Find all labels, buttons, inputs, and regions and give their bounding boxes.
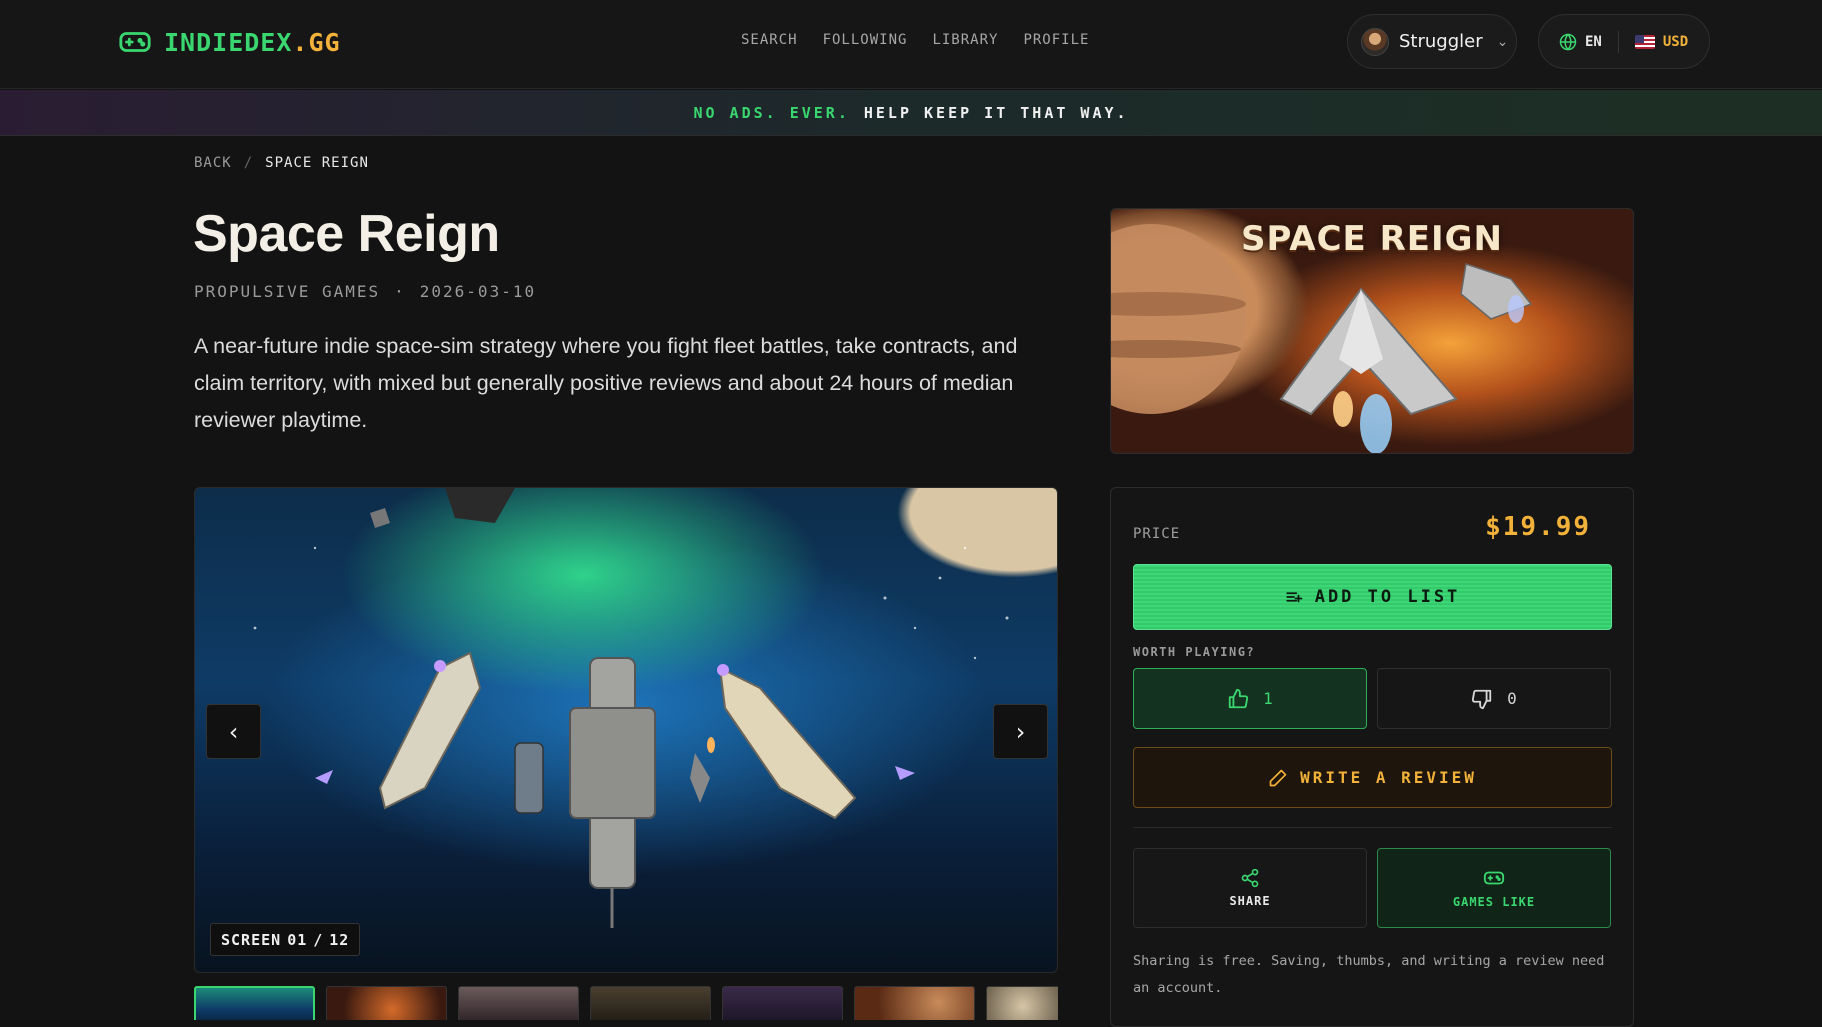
top-nav-bar: INDIEDEX.GG SEARCH FOLLOWING LIBRARY PRO… xyxy=(0,0,1822,89)
thumbs-up-count: 1 xyxy=(1263,689,1273,708)
thumbnail-5[interactable] xyxy=(722,986,843,1020)
breadcrumb-current: SPACE REIGN xyxy=(265,155,369,171)
thumbs-down-button[interactable]: 0 xyxy=(1377,668,1611,729)
chevron-right-icon: › xyxy=(1015,717,1026,746)
brand-name: INDIEDEX.GG xyxy=(164,27,341,57)
thumbnail-4[interactable] xyxy=(590,986,711,1020)
screenshot-total: 12 xyxy=(329,930,350,949)
previous-screenshot-button[interactable]: ‹ xyxy=(206,704,261,759)
add-to-list-button[interactable]: ADD TO LIST xyxy=(1133,564,1612,630)
thumbs-up-button[interactable]: 1 xyxy=(1133,668,1367,729)
thumbnail-7[interactable] xyxy=(986,986,1058,1020)
write-review-button[interactable]: WRITE A REVIEW xyxy=(1133,747,1612,808)
chevron-down-icon: ⌄ xyxy=(1496,33,1509,50)
screenshot-thumbnails xyxy=(194,986,1058,1020)
list-add-icon xyxy=(1286,592,1303,603)
gamepad-icon xyxy=(1483,871,1505,885)
thumbs-up-icon xyxy=(1229,688,1249,708)
share-label: SHARE xyxy=(1229,894,1271,908)
no-ads-banner: NO ADS. EVER. HELP KEEP IT THAT WAY. xyxy=(0,90,1822,136)
worth-playing-label: WORTH PLAYING? xyxy=(1133,645,1256,659)
banner-text: HELP KEEP IT THAT WAY. xyxy=(863,103,1129,122)
globe-icon xyxy=(1559,32,1577,51)
screenshot-current-index: 01 xyxy=(287,930,308,949)
thumbnail-6[interactable] xyxy=(854,986,975,1020)
page-title: Space Reign xyxy=(193,205,500,263)
gamepad-icon xyxy=(119,32,151,52)
user-name: Struggler xyxy=(1399,31,1483,52)
currency-code: USD xyxy=(1662,33,1689,50)
account-note: Sharing is free. Saving, thumbs, and wri… xyxy=(1133,953,1605,996)
games-like-button[interactable]: GAMES LIKE xyxy=(1377,848,1611,928)
screenshot-counter: SCREEN 01 / 12 xyxy=(210,923,361,956)
purchase-panel: PRICE $19.99 ADD TO LIST WORTH PLAYING? … xyxy=(1110,487,1634,1027)
thumbnail-3[interactable] xyxy=(458,986,579,1020)
divider xyxy=(1617,30,1619,53)
nav-library[interactable]: LIBRARY xyxy=(932,32,998,48)
user-menu-button[interactable]: Struggler ⌄ xyxy=(1347,14,1517,69)
add-to-list-label: ADD TO LIST xyxy=(1314,587,1461,607)
screenshot-image xyxy=(253,488,1009,928)
breadcrumb-back-link[interactable]: BACK xyxy=(194,155,232,171)
brand-logo[interactable]: INDIEDEX.GG xyxy=(118,24,341,60)
next-screenshot-button[interactable]: › xyxy=(993,704,1048,759)
nav-following[interactable]: FOLLOWING xyxy=(823,32,908,48)
share-icon xyxy=(1241,868,1259,888)
pencil-icon xyxy=(1269,769,1287,786)
developer-name[interactable]: PROPULSIVE GAMES xyxy=(194,282,380,301)
thumbnail-1[interactable] xyxy=(194,986,315,1020)
cover-art-image: SPACE REIGN xyxy=(1110,208,1634,454)
write-review-label: WRITE A REVIEW xyxy=(1300,768,1477,787)
share-button[interactable]: SHARE xyxy=(1133,848,1367,928)
thumbs-down-icon xyxy=(1472,689,1492,709)
locale-currency-selector[interactable]: EN USD xyxy=(1538,14,1710,69)
panel-divider xyxy=(1133,827,1612,828)
us-flag-icon xyxy=(1634,34,1655,49)
release-date: 2026-03-10 xyxy=(419,282,537,301)
language-code: EN xyxy=(1585,33,1602,50)
screenshot-counter-separator: / xyxy=(313,930,324,949)
thumbnail-2[interactable] xyxy=(326,986,447,1020)
meta-separator: · xyxy=(394,282,406,301)
breadcrumb-separator: / xyxy=(243,155,254,171)
screenshot-viewer[interactable]: ‹ › SCREEN 01 / 12 xyxy=(194,487,1058,973)
thumbs-down-count: 0 xyxy=(1507,689,1517,708)
game-description: A near-future indie space-sim strategy w… xyxy=(194,334,1018,432)
breadcrumb: BACK / SPACE REIGN xyxy=(194,155,369,171)
nav-search[interactable]: SEARCH xyxy=(741,32,798,48)
price-label: PRICE xyxy=(1133,526,1181,542)
games-like-label: GAMES LIKE xyxy=(1452,895,1536,909)
nav-profile[interactable]: PROFILE xyxy=(1023,32,1089,48)
banner-highlight: NO ADS. EVER. xyxy=(693,103,850,122)
avatar xyxy=(1361,27,1389,56)
game-meta: PROPULSIVE GAMES · 2026-03-10 xyxy=(194,282,536,301)
cover-title: SPACE REIGN xyxy=(1240,219,1504,259)
price-value: $19.99 xyxy=(1485,512,1591,542)
main-nav: SEARCH FOLLOWING LIBRARY PROFILE xyxy=(741,32,1089,48)
screenshot-counter-label: SCREEN xyxy=(221,930,282,949)
chevron-left-icon: ‹ xyxy=(228,717,239,746)
